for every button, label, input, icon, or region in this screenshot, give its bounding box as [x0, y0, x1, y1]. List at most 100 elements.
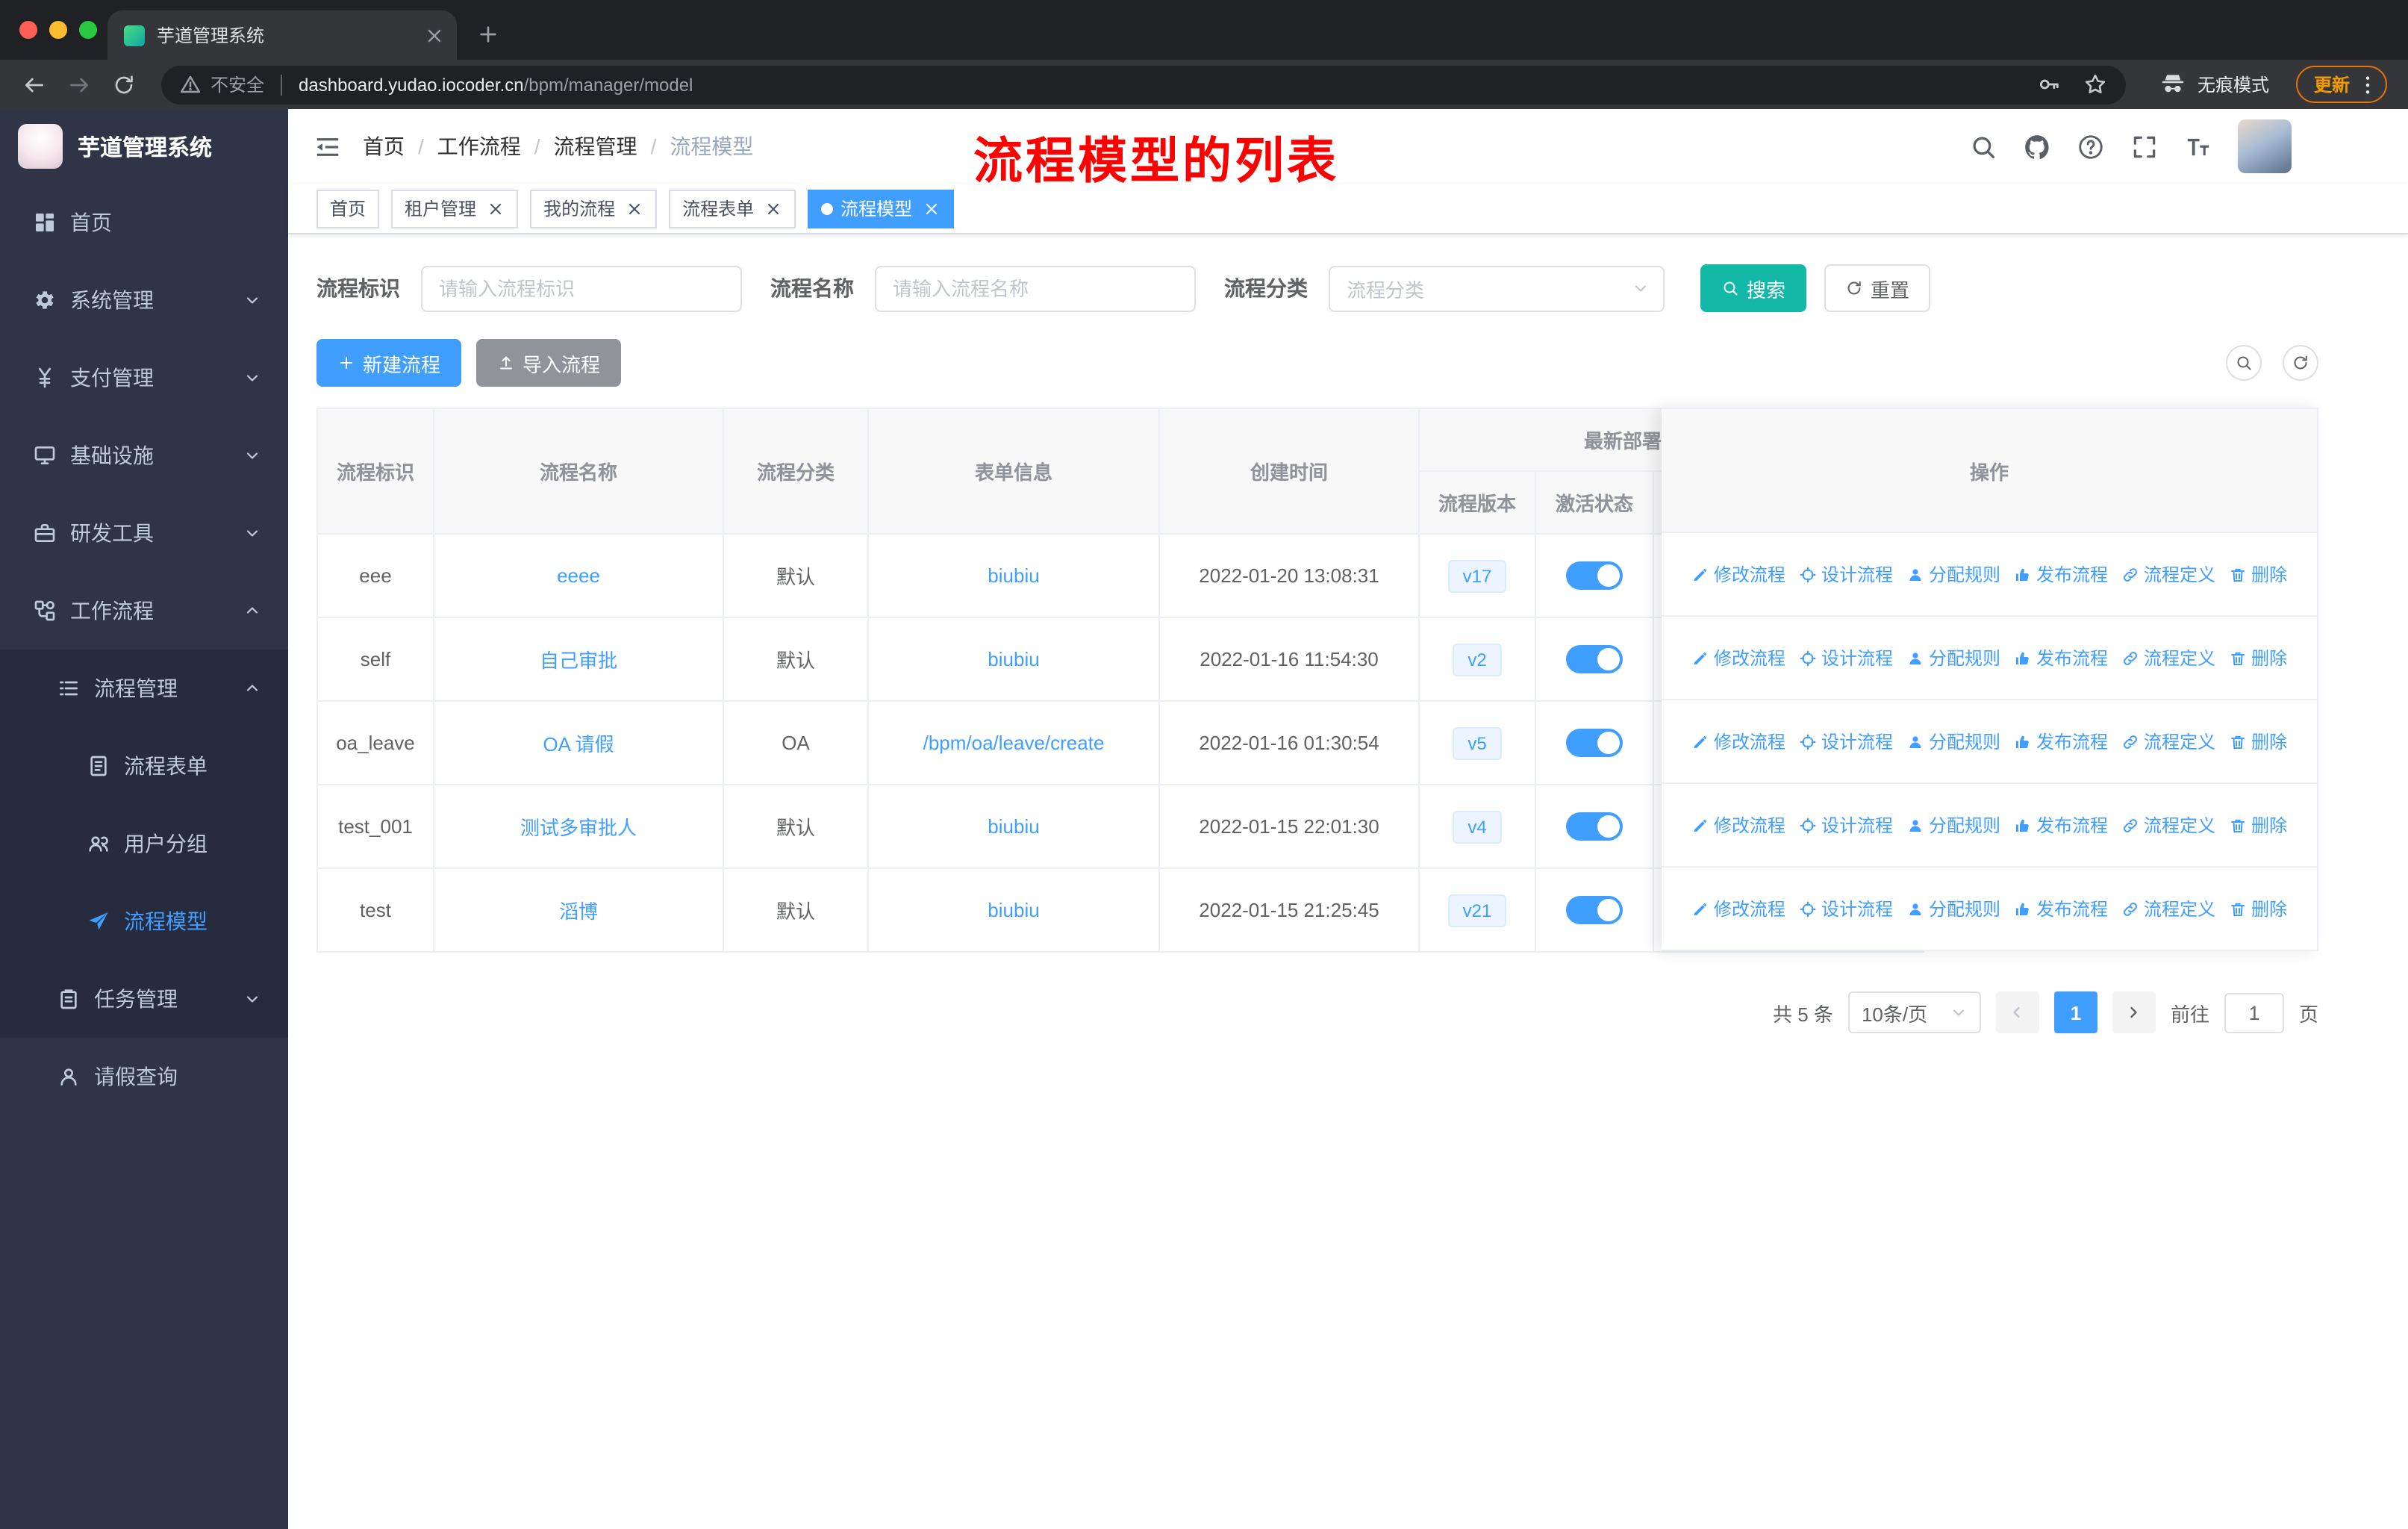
tag-我的流程[interactable]: 我的流程 [530, 189, 658, 228]
zoom-window-button[interactable] [79, 21, 97, 39]
action-assign-link[interactable]: 分配规则 [1906, 729, 2000, 754]
category-select[interactable]: 流程分类 [1329, 265, 1665, 311]
sidebar-item-process-model[interactable]: 流程模型 [0, 882, 288, 960]
action-design-link[interactable]: 设计流程 [1799, 812, 1893, 838]
action-edit-link[interactable]: 修改流程 [1691, 896, 1785, 921]
version-badge[interactable]: v17 [1447, 559, 1507, 592]
action-assign-link[interactable]: 分配规则 [1906, 561, 2000, 587]
name-link[interactable]: 测试多审批人 [520, 817, 637, 839]
reset-button[interactable]: 重置 [1824, 264, 1931, 312]
action-edit-link[interactable]: 修改流程 [1691, 729, 1785, 754]
form-link[interactable]: /bpm/oa/leave/create [923, 732, 1105, 754]
update-chip[interactable]: 更新 [2295, 66, 2387, 103]
name-filter-input[interactable] [875, 265, 1196, 311]
form-link[interactable]: biubiu [988, 815, 1039, 838]
breadcrumb-item[interactable]: 首页 [363, 131, 405, 161]
forward-icon[interactable] [60, 65, 99, 104]
version-badge[interactable]: v5 [1453, 726, 1502, 759]
sidebar-item-task-manage[interactable]: 任务管理 [0, 960, 288, 1038]
name-link[interactable]: 自己审批 [540, 650, 617, 672]
action-edit-link[interactable]: 修改流程 [1691, 561, 1785, 587]
page-1-button[interactable]: 1 [2053, 991, 2097, 1033]
action-publish-link[interactable]: 发布流程 [2014, 812, 2108, 838]
sidebar-item-home[interactable]: 首页 [0, 184, 288, 261]
user-avatar[interactable] [2238, 119, 2292, 173]
minimize-window-button[interactable] [49, 21, 67, 39]
sidebar-item-devtools[interactable]: 研发工具 [0, 494, 288, 572]
address-bar[interactable]: 不安全 dashboard.yudao.iocoder.cn/bpm/manag… [161, 65, 2126, 104]
action-definition-link[interactable]: 流程定义 [2121, 896, 2215, 921]
password-key-icon[interactable] [2036, 72, 2062, 97]
action-delete-link[interactable]: 删除 [2229, 645, 2287, 670]
action-edit-link[interactable]: 修改流程 [1691, 645, 1785, 670]
github-icon[interactable] [2023, 132, 2051, 161]
goto-page-input[interactable] [2224, 992, 2284, 1033]
tag-租户管理[interactable]: 租户管理 [391, 189, 519, 228]
version-badge[interactable]: v21 [1447, 894, 1507, 927]
name-link[interactable]: eeee [557, 564, 600, 587]
active-toggle[interactable] [1566, 896, 1623, 924]
sidebar-item-process-form[interactable]: 流程表单 [0, 727, 288, 805]
sidebar-item-leave-query[interactable]: 请假查询 [0, 1038, 288, 1115]
tag-流程表单[interactable]: 流程表单 [669, 189, 796, 228]
tab-close-icon[interactable] [424, 25, 445, 46]
action-design-link[interactable]: 设计流程 [1799, 896, 1893, 921]
tag-流程模型[interactable]: 流程模型 [808, 189, 955, 228]
form-link[interactable]: biubiu [988, 899, 1039, 921]
create-process-button[interactable]: 新建流程 [316, 339, 462, 387]
bookmark-star-icon[interactable] [2083, 72, 2108, 97]
action-delete-link[interactable]: 删除 [2229, 729, 2287, 754]
browser-tab[interactable]: 芋道管理系统 [107, 10, 457, 60]
active-toggle[interactable] [1566, 812, 1623, 841]
action-publish-link[interactable]: 发布流程 [2014, 896, 2108, 921]
action-delete-link[interactable]: 删除 [2229, 812, 2287, 838]
tag-close-icon[interactable] [923, 199, 941, 217]
help-docs-icon[interactable] [2077, 132, 2105, 161]
action-publish-link[interactable]: 发布流程 [2014, 645, 2108, 670]
action-assign-link[interactable]: 分配规则 [1906, 645, 2000, 670]
action-delete-link[interactable]: 删除 [2229, 561, 2287, 587]
tag-close-icon[interactable] [626, 199, 643, 217]
sidebar-item-payment[interactable]: 支付管理 [0, 339, 288, 417]
prev-page-button[interactable] [1995, 991, 2039, 1033]
active-toggle[interactable] [1566, 561, 1623, 590]
action-assign-link[interactable]: 分配规则 [1906, 896, 2000, 921]
back-icon[interactable] [15, 65, 54, 104]
tag-首页[interactable]: 首页 [316, 189, 380, 228]
app-logo[interactable]: 芋道管理系统 [0, 109, 288, 184]
name-link[interactable]: 滔博 [559, 900, 598, 923]
sidebar-item-infra[interactable]: 基础设施 [0, 417, 288, 494]
form-link[interactable]: biubiu [988, 648, 1039, 670]
action-edit-link[interactable]: 修改流程 [1691, 812, 1785, 838]
sidebar-item-workflow[interactable]: 工作流程 [0, 572, 288, 650]
tag-close-icon[interactable] [487, 199, 505, 217]
action-publish-link[interactable]: 发布流程 [2014, 561, 2108, 587]
fullscreen-icon[interactable] [2130, 132, 2159, 161]
action-design-link[interactable]: 设计流程 [1799, 645, 1893, 670]
version-badge[interactable]: v4 [1453, 810, 1502, 843]
sidebar-item-user-group[interactable]: 用户分组 [0, 805, 288, 882]
action-definition-link[interactable]: 流程定义 [2121, 812, 2215, 838]
font-size-icon[interactable] [2184, 132, 2212, 161]
search-button[interactable]: 搜索 [1700, 264, 1807, 312]
active-toggle[interactable] [1566, 645, 1623, 673]
action-design-link[interactable]: 设计流程 [1799, 729, 1893, 754]
action-publish-link[interactable]: 发布流程 [2014, 729, 2108, 754]
browser-menu-kebab-icon[interactable] [2356, 72, 2380, 96]
action-design-link[interactable]: 设计流程 [1799, 561, 1893, 587]
next-page-button[interactable] [2112, 991, 2156, 1033]
refresh-table-button[interactable] [2283, 345, 2318, 381]
key-filter-input[interactable] [421, 265, 742, 311]
toggle-search-button[interactable] [2226, 345, 2262, 381]
action-definition-link[interactable]: 流程定义 [2121, 561, 2215, 587]
version-badge[interactable]: v2 [1453, 643, 1502, 676]
page-size-select[interactable]: 10条/页 [1847, 991, 1981, 1033]
breadcrumb-item[interactable]: 工作流程 [437, 131, 521, 161]
action-definition-link[interactable]: 流程定义 [2121, 645, 2215, 670]
close-window-button[interactable] [19, 21, 37, 39]
sidebar-item-process-manage[interactable]: 流程管理 [0, 650, 288, 727]
import-process-button[interactable]: 导入流程 [476, 339, 622, 387]
form-link[interactable]: biubiu [988, 564, 1039, 587]
header-search-icon[interactable] [1969, 132, 1997, 161]
tag-close-icon[interactable] [764, 199, 782, 217]
